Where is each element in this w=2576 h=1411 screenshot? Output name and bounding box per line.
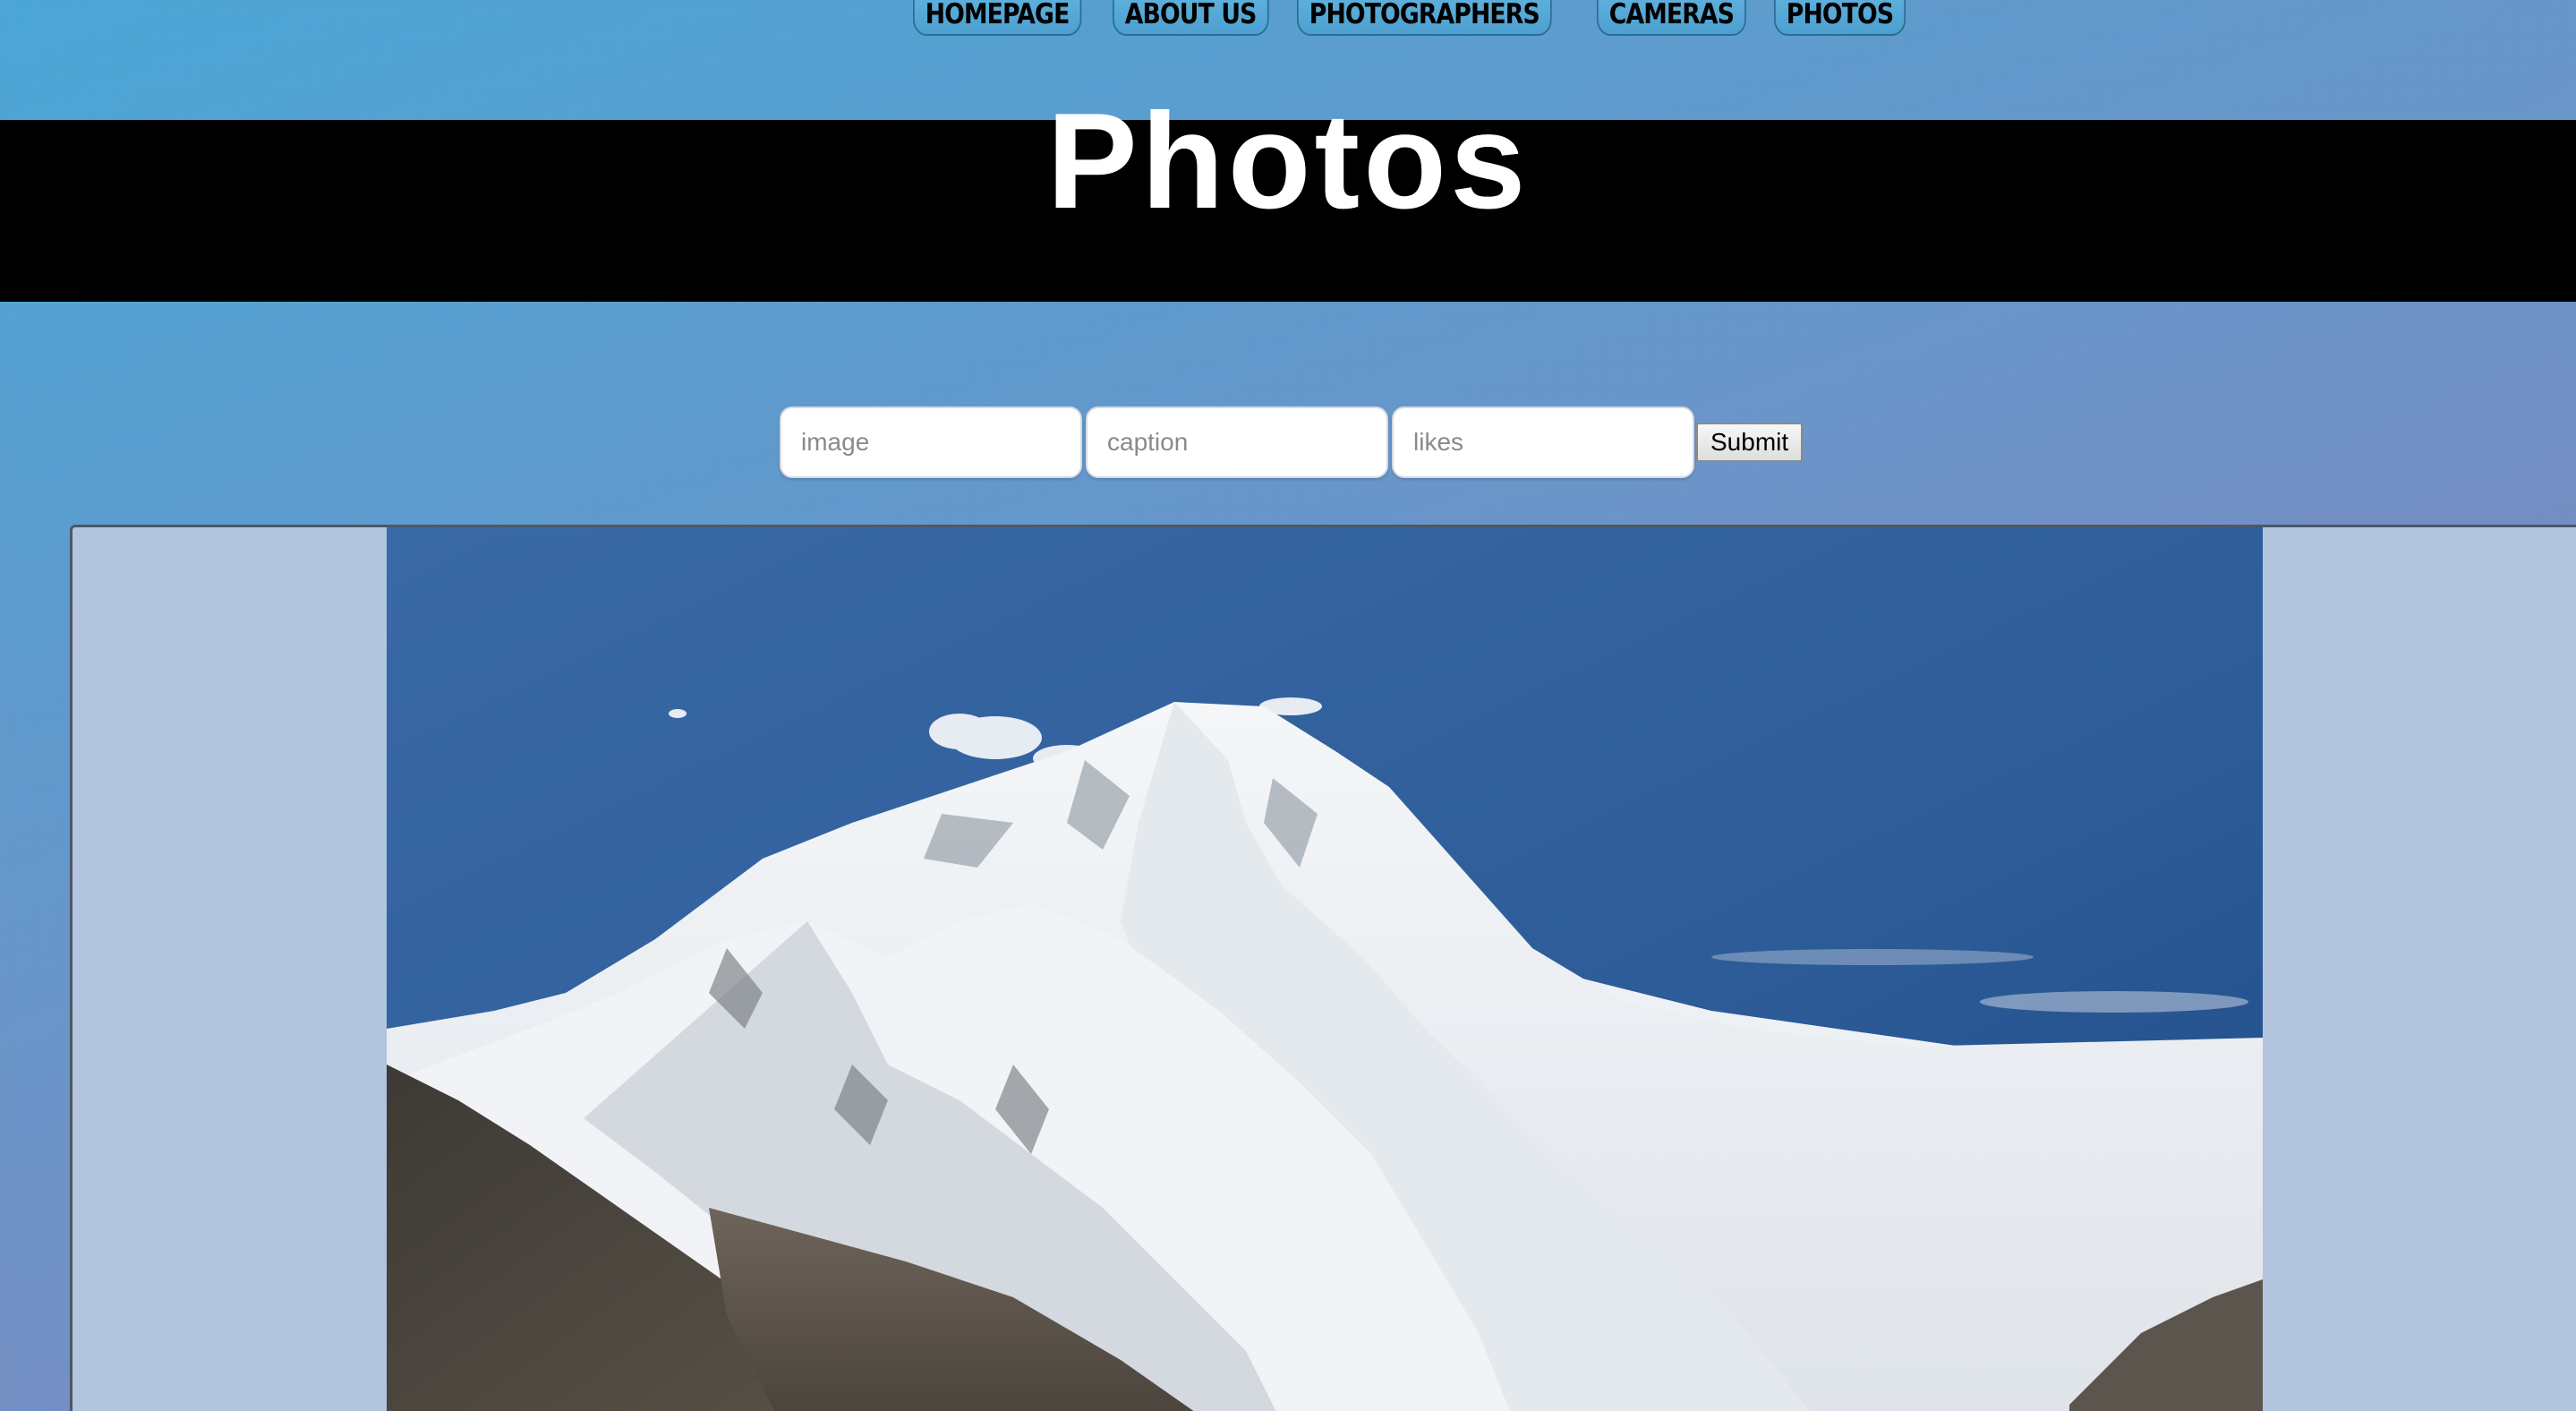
caption-input[interactable] [1086, 406, 1388, 478]
page-title: Photos [1046, 85, 1530, 238]
page-header: Photos [0, 85, 2576, 302]
mountain-photo[interactable] [387, 527, 2263, 1411]
nav-item-homepage[interactable]: HOMEPAGE [913, 0, 1082, 36]
nav-item-photographers[interactable]: PHOTOGRAPHERS [1297, 0, 1552, 36]
likes-input[interactable] [1392, 406, 1694, 478]
submit-button[interactable]: Submit [1696, 423, 1804, 462]
nav-item-about-us[interactable]: ABOUT US [1112, 0, 1269, 36]
image-input[interactable] [780, 406, 1082, 478]
add-photo-form: Submit [780, 406, 1804, 478]
nav-item-cameras[interactable]: CAMERAS [1597, 0, 1747, 36]
photo-card [70, 525, 2576, 1411]
top-nav: HOMEPAGE ABOUT US PHOTOGRAPHERS CAMERAS … [913, 0, 1927, 38]
nav-item-photos[interactable]: PHOTOS [1774, 0, 1906, 36]
